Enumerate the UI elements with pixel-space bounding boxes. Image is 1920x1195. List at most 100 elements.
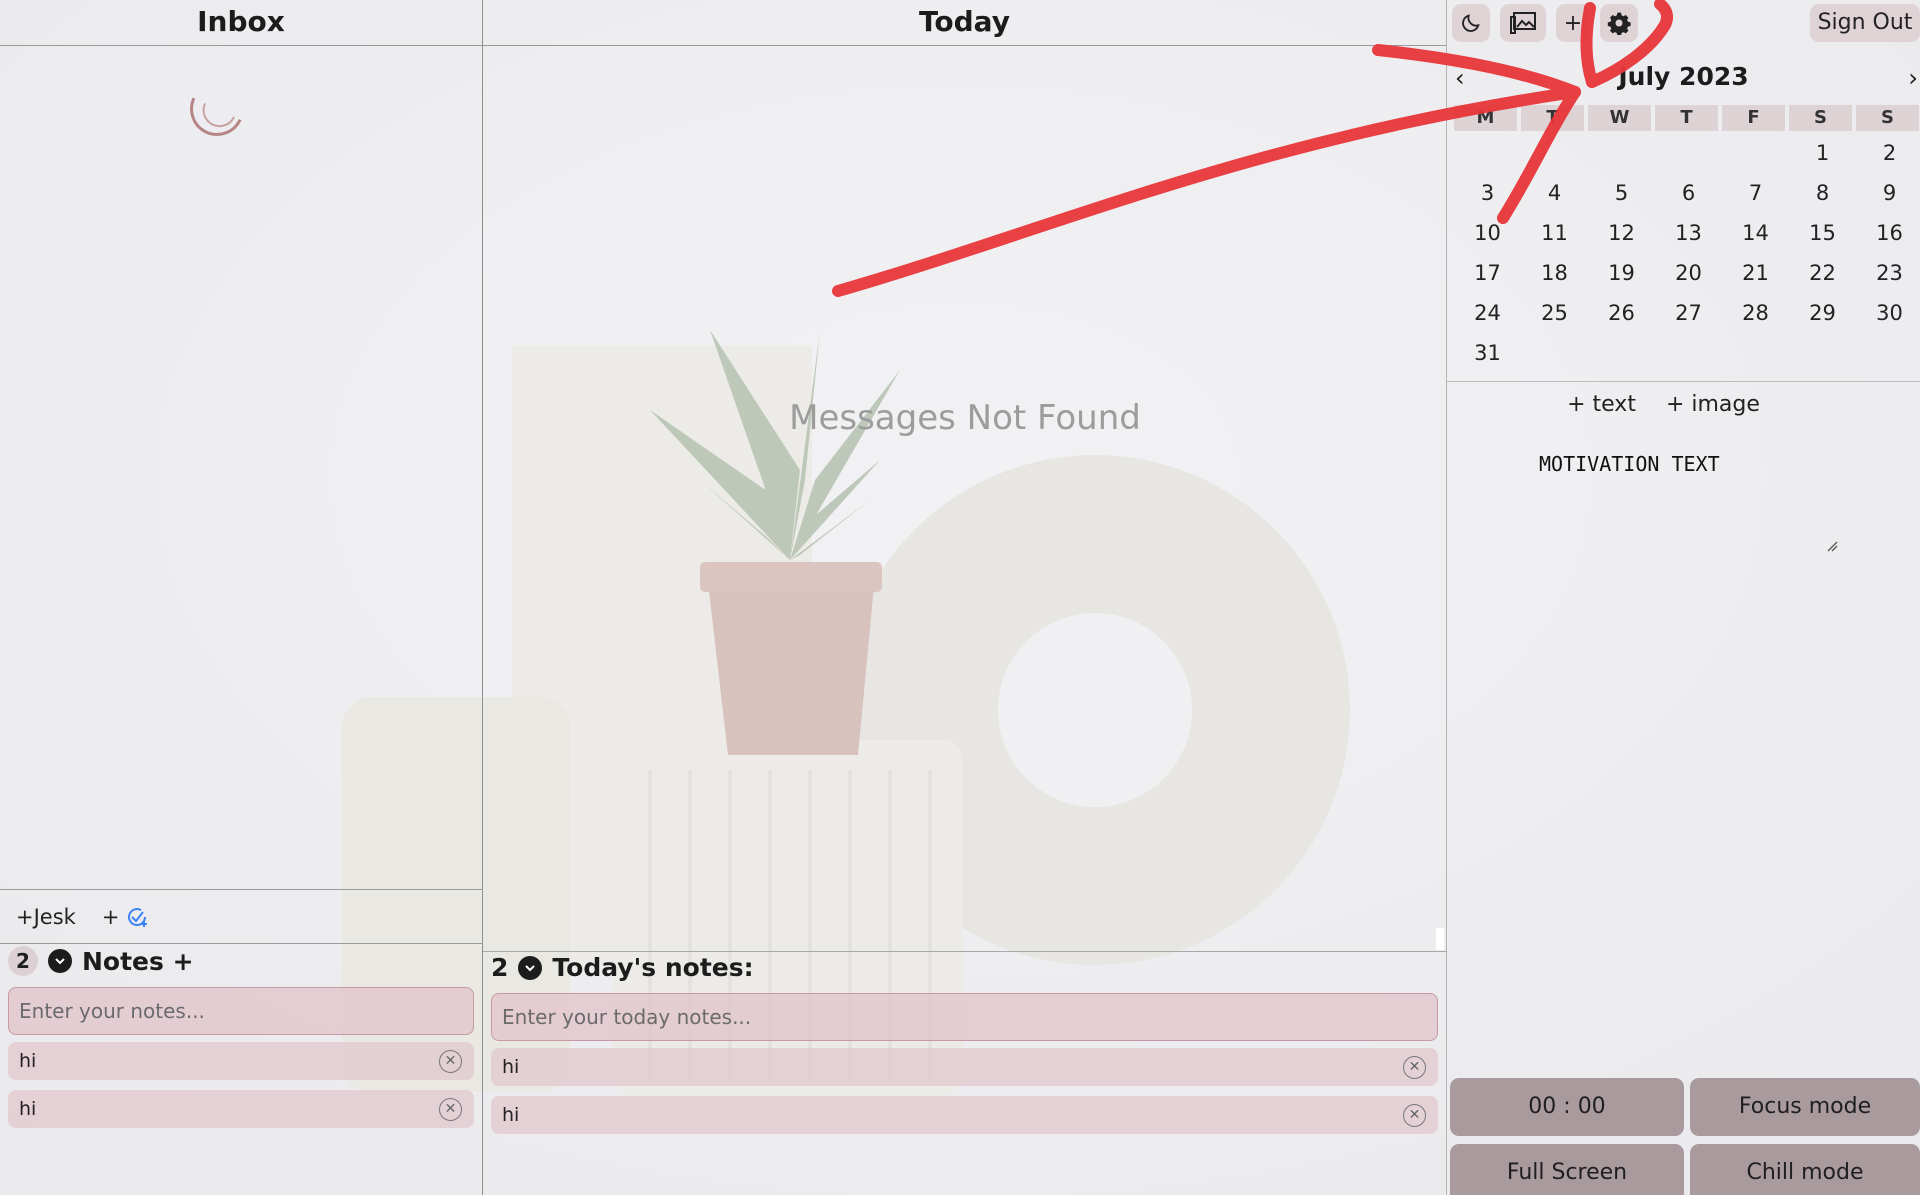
calendar-day[interactable]: 10	[1454, 211, 1521, 251]
inbox-note-item: hi ✕	[8, 1090, 474, 1128]
add-desk-label: +Jesk	[16, 904, 76, 929]
calendar-day[interactable]: 6	[1655, 171, 1722, 211]
calendar-day[interactable]: 26	[1588, 291, 1655, 331]
sign-out-button[interactable]: Sign Out	[1810, 4, 1920, 42]
widget-actions: + text + image	[1447, 392, 1920, 417]
scrollbar-thumb[interactable]	[1436, 928, 1444, 950]
calendar-day[interactable]: 3	[1454, 171, 1521, 211]
settings-button[interactable]	[1600, 4, 1638, 42]
calendar-day[interactable]: 2	[1856, 131, 1920, 171]
today-notes-divider	[483, 951, 1447, 952]
calendar-day-empty	[1454, 131, 1521, 171]
inbox-note-item: hi ✕	[8, 1042, 474, 1080]
add-button[interactable]: +	[1556, 4, 1590, 42]
calendar-weekday: T	[1521, 105, 1584, 131]
calendar: ‹ July 2023 › MTWTFSS 1 2 3 4 5 6 7 8 9 10 11 12 13 1…	[1447, 46, 1920, 382]
calendar-day[interactable]: 19	[1588, 251, 1655, 291]
calendar-weekday: T	[1655, 105, 1718, 131]
calendar-day[interactable]: 25	[1521, 291, 1588, 331]
empty-messages-text: Messages Not Found	[789, 398, 1141, 438]
calendar-day[interactable]: 12	[1588, 211, 1655, 251]
calendar-day[interactable]: 18	[1521, 251, 1588, 291]
calendar-day[interactable]: 11	[1521, 211, 1588, 251]
calendar-day[interactable]: 23	[1856, 251, 1920, 291]
delete-note-icon[interactable]: ✕	[439, 1050, 462, 1073]
today-notes-title: Today's notes:	[552, 953, 754, 982]
calendar-day[interactable]: 24	[1454, 291, 1521, 331]
calendar-day-empty	[1655, 131, 1722, 171]
calendar-day[interactable]: 14	[1722, 211, 1789, 251]
today-note-text: hi	[502, 1056, 520, 1078]
gear-icon	[1607, 12, 1631, 35]
calendar-weekday: W	[1588, 105, 1651, 131]
add-image-button[interactable]: + image	[1666, 392, 1760, 417]
full-screen-button[interactable]: Full Screen	[1450, 1144, 1684, 1195]
calendar-day[interactable]: 21	[1722, 251, 1789, 291]
chevron-down-icon[interactable]	[48, 949, 72, 973]
chill-mode-button[interactable]: Chill mode	[1690, 1144, 1920, 1195]
calendar-weekday: F	[1722, 105, 1785, 131]
inbox-actions-bar: +Jesk +	[0, 889, 483, 944]
calendar-day-empty	[1722, 331, 1789, 371]
calendar-day[interactable]: 7	[1722, 171, 1789, 211]
calendar-day[interactable]: 8	[1789, 171, 1856, 211]
calendar-day[interactable]: 13	[1655, 211, 1722, 251]
right-sidebar: + Sign Out ‹ July 2023 › MTWTFSS 1234567…	[1447, 0, 1920, 1195]
delete-note-icon[interactable]: ✕	[1403, 1056, 1426, 1079]
calendar-weekday: S	[1856, 105, 1919, 131]
calendar-day[interactable]: 5	[1588, 171, 1655, 211]
inbox-notes-title[interactable]: Notes +	[82, 947, 194, 976]
calendar-day-empty	[1588, 131, 1655, 171]
calendar-day[interactable]: 15	[1789, 211, 1856, 251]
add-desk-button[interactable]: +Jesk	[16, 905, 76, 929]
calendar-day-empty	[1521, 331, 1588, 371]
calendar-day-empty	[1856, 331, 1920, 371]
inbox-notes-input[interactable]	[8, 987, 474, 1035]
inbox-column: Inbox +Jesk + 2 Notes + hi ✕ hi ✕	[0, 0, 483, 1195]
calendar-day-empty	[1722, 131, 1789, 171]
calendar-day[interactable]: 1	[1789, 131, 1856, 171]
calendar-day-empty	[1588, 331, 1655, 371]
calendar-day[interactable]: 29	[1789, 291, 1856, 331]
calendar-day[interactable]: 27	[1655, 291, 1722, 331]
calendar-days: 1 2 3 4 5 6 7 8 9 10 11 12 13 14 15 16 17 18 19 20 21 22 23 24 2…	[1454, 131, 1920, 371]
calendar-next-button[interactable]: ›	[1908, 64, 1918, 92]
motivation-textarea[interactable]: MOTIVATION TEXT	[1539, 452, 1839, 554]
chevron-down-icon[interactable]	[518, 955, 543, 980]
calendar-day[interactable]: 16	[1856, 211, 1920, 251]
calendar-weekday: M	[1454, 105, 1517, 131]
calendar-day[interactable]: 30	[1856, 291, 1920, 331]
calendar-month-label: July 2023	[1618, 62, 1749, 91]
add-text-button[interactable]: + text	[1567, 392, 1636, 417]
calendar-grid: MTWTFSS 1 2 3 4 5 6 7 8 9 10 11 12 13 14 15 16 17 18 19 20 2…	[1454, 105, 1920, 371]
calendar-day[interactable]: 20	[1655, 251, 1722, 291]
calendar-day-empty	[1521, 131, 1588, 171]
calendar-day[interactable]: 9	[1856, 171, 1920, 211]
today-title: Today	[483, 0, 1446, 46]
inbox-notes-count: 2	[8, 946, 38, 976]
today-notes-input[interactable]	[491, 993, 1438, 1041]
today-note-item: hi ✕	[491, 1048, 1438, 1086]
calendar-day[interactable]: 31	[1454, 331, 1521, 371]
timer-button[interactable]: 00 : 00	[1450, 1078, 1684, 1136]
dark-mode-button[interactable]	[1452, 4, 1490, 42]
today-column: Today Messages Not Found 2 Today's notes…	[483, 0, 1447, 1195]
delete-note-icon[interactable]: ✕	[1403, 1104, 1426, 1127]
resize-handle-icon[interactable]	[1826, 540, 1838, 552]
image-icon	[1510, 12, 1536, 34]
calendar-day[interactable]: 22	[1789, 251, 1856, 291]
background-image-button[interactable]	[1500, 4, 1546, 42]
moon-icon	[1462, 14, 1480, 32]
inbox-title: Inbox	[0, 0, 482, 46]
calendar-day[interactable]: 17	[1454, 251, 1521, 291]
calendar-day[interactable]: 28	[1722, 291, 1789, 331]
calendar-day[interactable]: 4	[1521, 171, 1588, 211]
calendar-day-empty	[1789, 331, 1856, 371]
focus-mode-button[interactable]: Focus mode	[1690, 1078, 1920, 1136]
add-task-button[interactable]: +	[102, 905, 150, 929]
add-task-label: +	[101, 904, 120, 929]
today-notes-count: 2	[491, 953, 509, 982]
today-note-text: hi	[502, 1104, 520, 1126]
calendar-weekdays: MTWTFSS	[1454, 105, 1920, 131]
delete-note-icon[interactable]: ✕	[439, 1098, 462, 1121]
